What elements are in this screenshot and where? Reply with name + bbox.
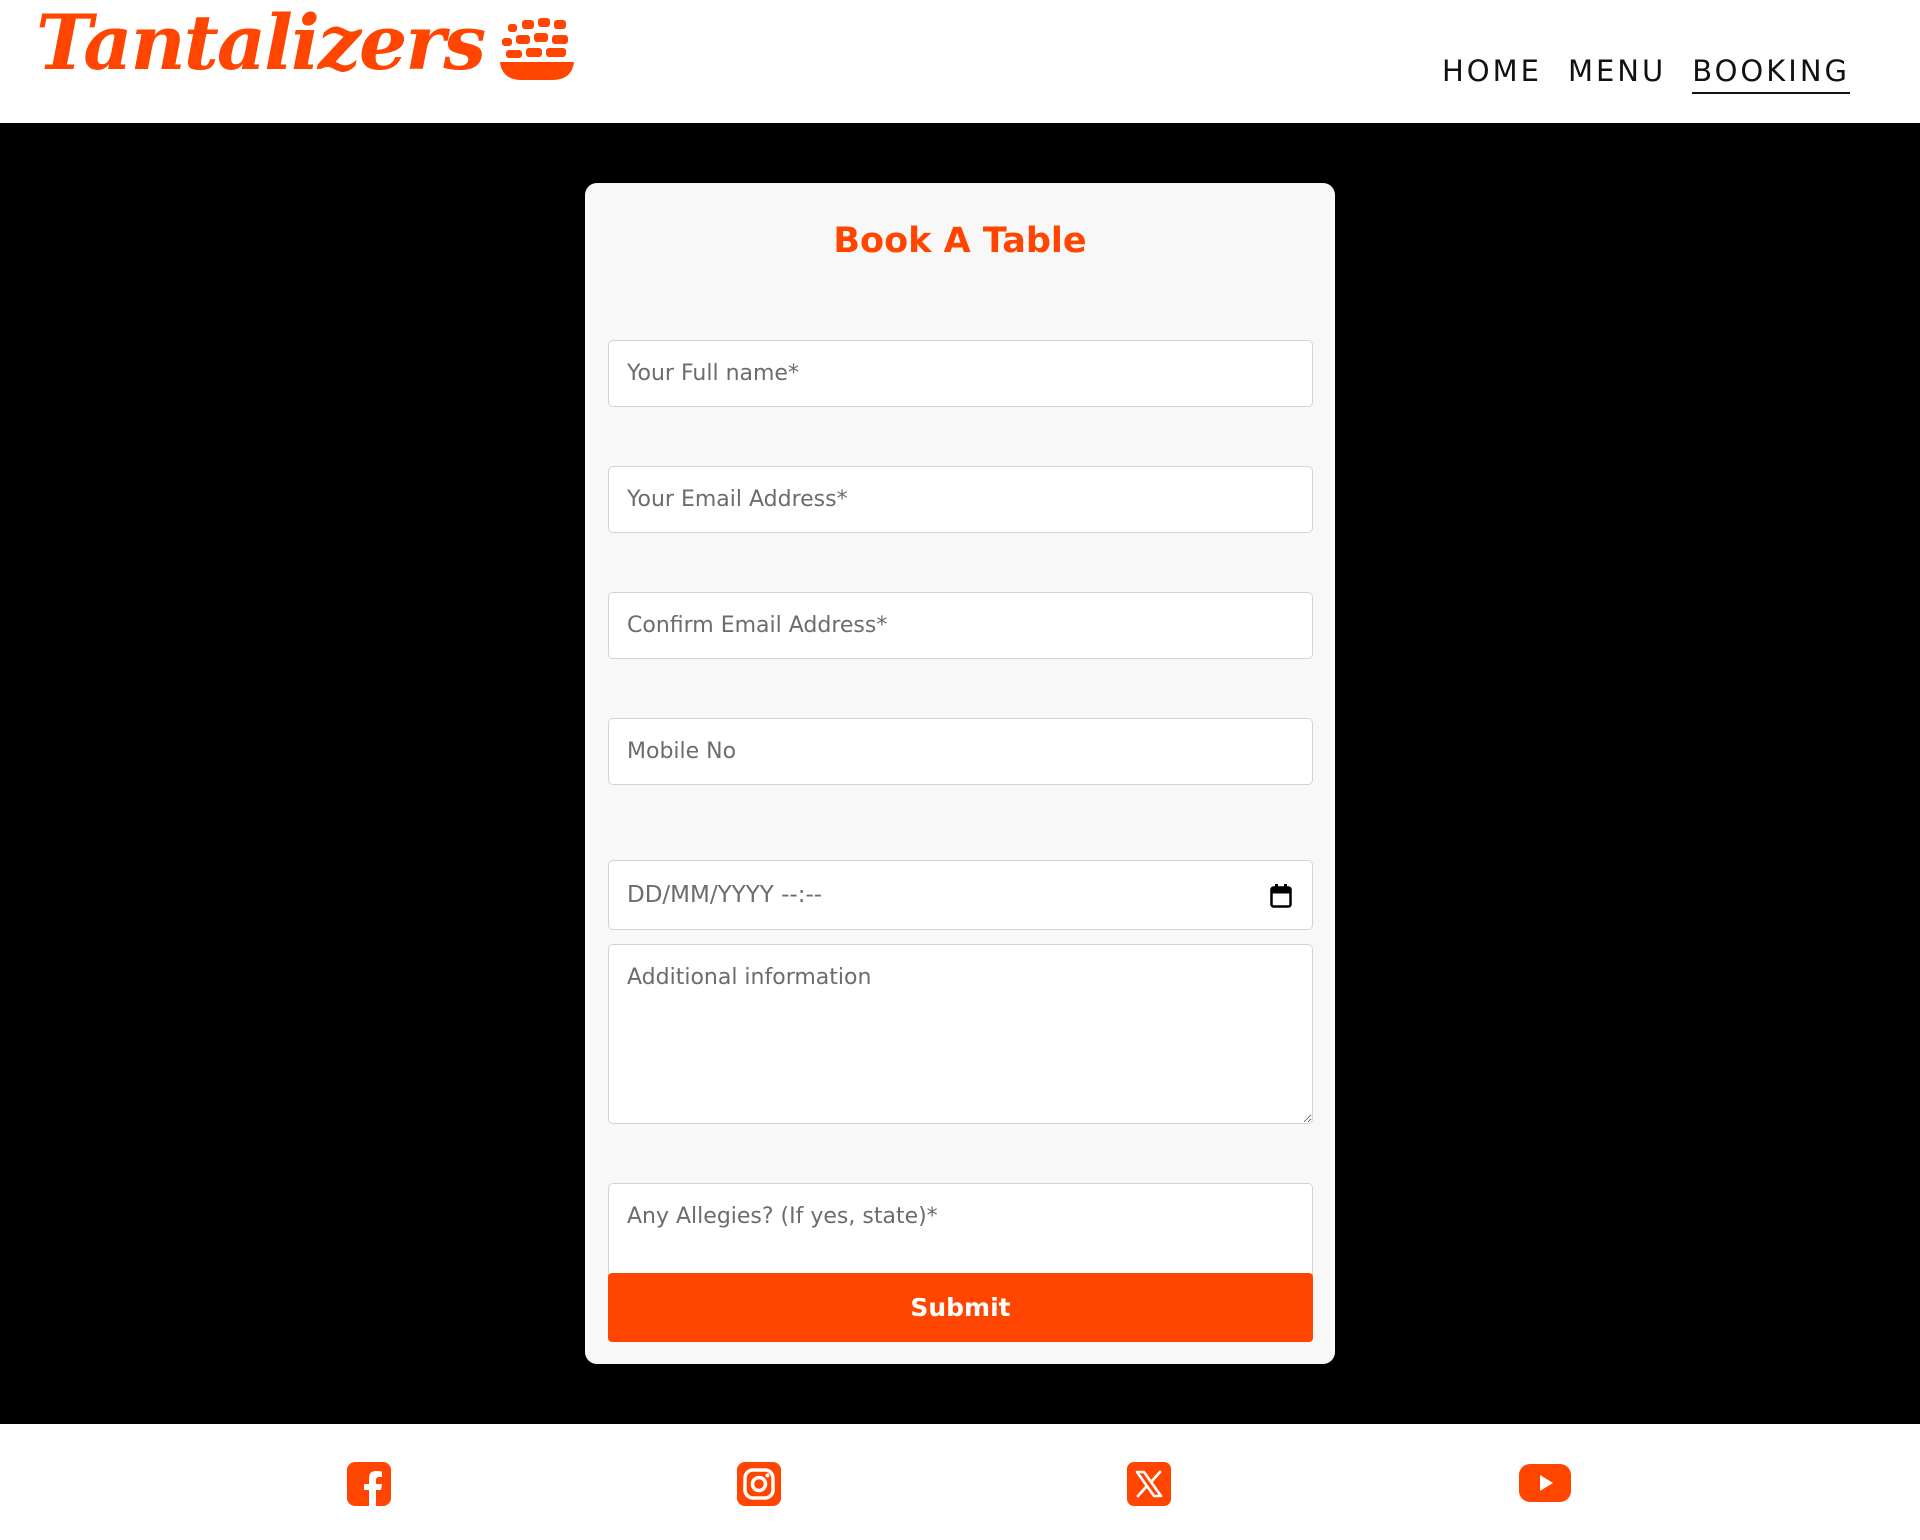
instagram-icon [737,1462,781,1506]
nav-booking[interactable]: BOOKING [1692,54,1850,94]
full-name-input[interactable] [608,340,1313,407]
submit-button[interactable]: Submit [608,1273,1313,1342]
mobile-input[interactable] [608,718,1313,785]
bowl-with-steam-icon [500,18,575,80]
form-title: Book A Table [833,221,1087,261]
youtube-link[interactable] [1519,1462,1571,1504]
nav-menu[interactable]: MENU [1568,54,1666,94]
confirm-email-input[interactable] [608,592,1313,659]
site-footer [0,1424,1920,1540]
brand-name: Tantalizers [36,0,486,87]
youtube-icon [1519,1464,1571,1502]
facebook-icon [347,1462,391,1506]
datetime-placeholder: DD/MM/YYYY --:-- [627,882,823,908]
instagram-link[interactable] [737,1462,781,1506]
main-nav: HOME MENU BOOKING [1442,54,1850,94]
x-twitter-link[interactable] [1127,1462,1171,1506]
site-header: Tantalizers HOME MENU BOOKING [0,0,1920,123]
facebook-link[interactable] [347,1462,391,1506]
booking-form: Book A Table DD/MM/YYYY --:-- Submit [585,183,1335,1364]
brand-logo-link[interactable]: Tantalizers [36,4,576,82]
x-twitter-icon [1127,1462,1171,1506]
datetime-input[interactable]: DD/MM/YYYY --:-- [608,860,1313,930]
email-input[interactable] [608,466,1313,533]
nav-home[interactable]: HOME [1442,54,1542,94]
booking-section: Book A Table DD/MM/YYYY --:-- Submit [0,123,1920,1424]
additional-info-textarea[interactable] [608,944,1313,1124]
calendar-icon[interactable] [1270,884,1292,908]
